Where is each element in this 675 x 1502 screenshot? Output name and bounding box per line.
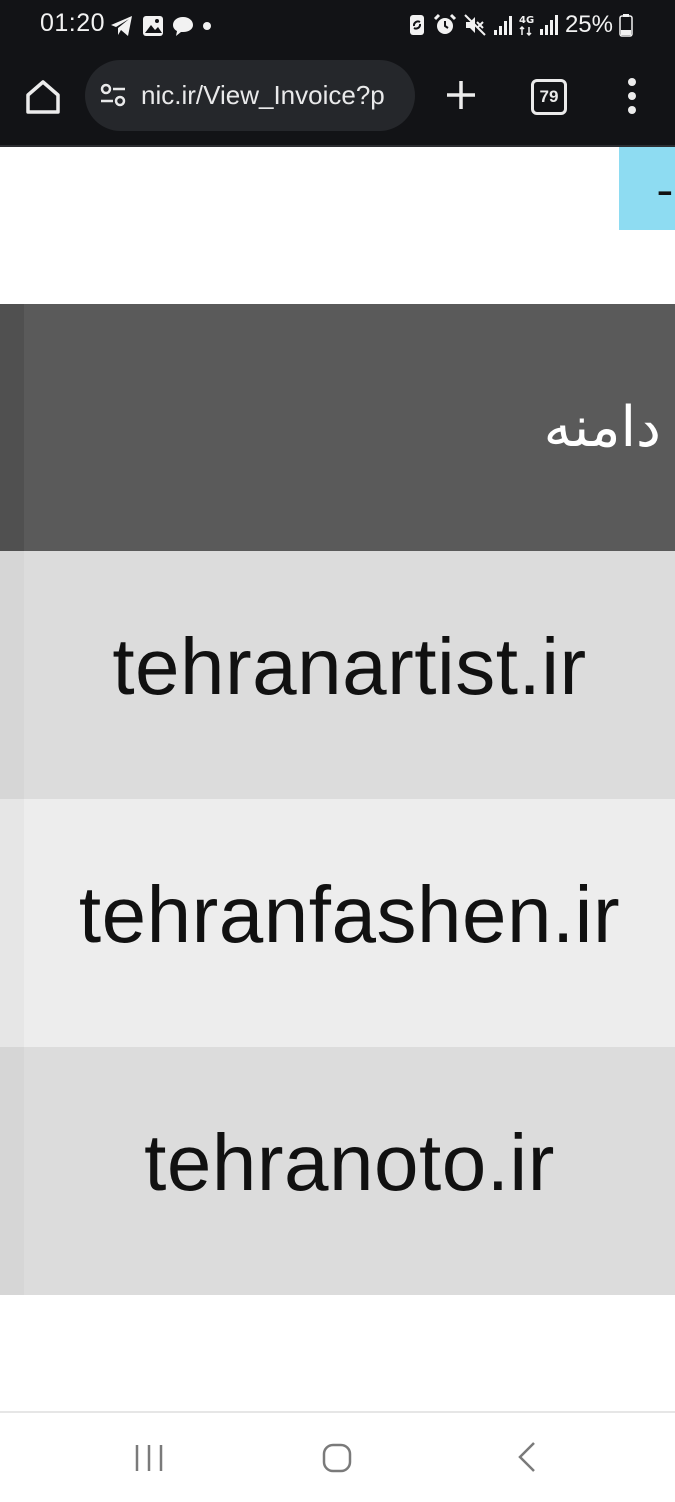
site-info-icon[interactable]: [99, 81, 127, 109]
status-bar: 01:20 4G 25%: [0, 0, 675, 50]
status-time: 01:20: [40, 9, 106, 37]
more-vert-icon[interactable]: [620, 76, 644, 116]
table-side-column: [0, 799, 24, 1047]
svg-text:4G: 4G: [519, 15, 534, 26]
battery-level: 25%: [564, 11, 613, 38]
sync-icon: [409, 15, 424, 35]
browser-toolbar: nic.ir/View_Invoice?p 79: [0, 50, 675, 147]
system-nav-bar: [0, 1411, 675, 1502]
signal-icon: [493, 16, 512, 35]
recent-apps-icon[interactable]: [134, 1443, 164, 1473]
table-header-row: دامنه: [0, 304, 675, 551]
url-bar[interactable]: nic.ir/View_Invoice?p: [85, 60, 415, 131]
table-row: tehranfashen.ir: [0, 799, 675, 1047]
table-side-column: [0, 1047, 24, 1295]
gallery-icon: [143, 16, 163, 36]
system-icons: 4G 25%: [407, 10, 633, 40]
home-icon[interactable]: [322, 1443, 352, 1473]
table-header-domain: دامنه: [543, 395, 661, 460]
back-icon[interactable]: [514, 1441, 540, 1473]
dot-icon: [203, 22, 211, 30]
chat-bubble-icon: [173, 17, 193, 36]
battery-icon: [619, 14, 633, 37]
banner-text-edge: ـ: [659, 160, 671, 204]
table-row: tehranartist.ir: [0, 551, 675, 799]
mute-icon: [464, 14, 486, 36]
tabs-icon[interactable]: 79: [531, 79, 567, 115]
4g-signal-icon: 4G: [519, 15, 558, 37]
alarm-icon: [433, 13, 457, 34]
table-side-column: [0, 551, 24, 799]
notification-icons: [110, 13, 212, 39]
domain-cell: tehranfashen.ir: [78, 870, 621, 959]
table-side-column: [0, 304, 24, 551]
home-icon[interactable]: [22, 76, 64, 118]
telegram-icon: [111, 16, 132, 36]
url-text[interactable]: nic.ir/View_Invoice?p: [141, 60, 411, 131]
domain-table: دامنه tehranartist.ir tehranfashen.ir te…: [0, 304, 675, 1295]
domain-cell: tehranoto.ir: [144, 1118, 555, 1207]
domain-cell: tehranartist.ir: [112, 622, 587, 711]
cyan-banner-edge: ـ: [619, 147, 675, 230]
plus-icon[interactable]: [443, 77, 479, 113]
table-row: tehranoto.ir: [0, 1047, 675, 1295]
